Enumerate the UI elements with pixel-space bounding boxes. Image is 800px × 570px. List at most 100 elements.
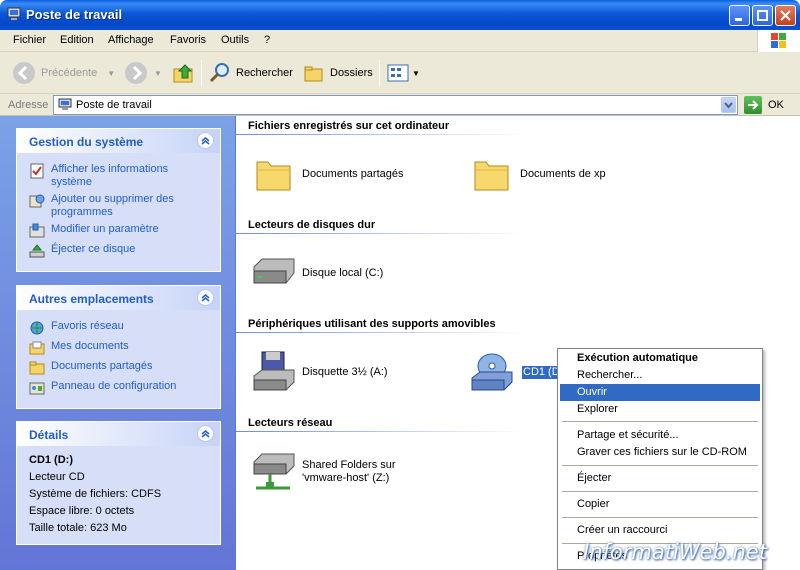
collapse-button[interactable]: [197, 425, 214, 442]
collapse-button[interactable]: [197, 289, 214, 306]
search-label: Rechercher: [236, 67, 293, 79]
folder-item[interactable]: Documents partagés: [254, 154, 404, 194]
go-label[interactable]: OK: [768, 99, 784, 111]
menu-tools[interactable]: Outils: [221, 34, 249, 46]
forward-dropdown-icon[interactable]: ▼: [154, 69, 162, 78]
place-shared-documents[interactable]: Documents partagés: [29, 360, 212, 376]
maximize-icon: [757, 10, 768, 21]
go-button[interactable]: [744, 96, 762, 114]
menu-separator: [562, 421, 758, 422]
group-divider: [236, 233, 526, 234]
task-add-remove-programs[interactable]: Ajouter ou supprimer des programmes: [29, 193, 212, 219]
place-label: Panneau de configuration: [51, 380, 177, 392]
group-header: Fichiers enregistrés sur cet ordinateur: [248, 120, 450, 132]
my-documents-icon: [29, 341, 45, 355]
place-label: Mes documents: [51, 340, 129, 352]
cd-drive-icon: [471, 353, 513, 391]
network-drive-item[interactable]: Shared Folders sur 'vmware-host' (Z:): [250, 450, 396, 494]
address-dropdown-button[interactable]: [721, 97, 736, 113]
menu-item-explore[interactable]: Explorer: [560, 401, 760, 418]
menu-help[interactable]: ?: [264, 34, 270, 46]
system-info-icon: [30, 163, 44, 179]
toolbar-separator: [201, 60, 202, 86]
drive-item[interactable]: Disquette 3½ (A:): [250, 350, 388, 394]
maximize-button[interactable]: [752, 5, 773, 26]
task-label: Modifier un paramètre: [51, 223, 159, 235]
task-eject-disk[interactable]: Éjecter ce disque: [29, 243, 212, 259]
item-label-selected: CD1 (D: [522, 365, 561, 379]
folders-button[interactable]: Dossiers: [302, 58, 373, 88]
back-button[interactable]: Précédente ▼: [12, 58, 115, 88]
toolbar: Précédente ▼ ▼ Rechercher Dossiers ▼: [0, 52, 800, 94]
window-title: Poste de travail: [26, 7, 123, 22]
place-label: Favoris réseau: [51, 320, 124, 332]
computer-icon: [58, 98, 72, 110]
computer-icon: [7, 7, 21, 20]
forward-arrow-icon: [125, 62, 147, 84]
folders-icon: [304, 66, 323, 82]
details-body: CD1 (D:) Lecteur CD Système de fichiers:…: [17, 446, 220, 544]
views-button[interactable]: ▼: [386, 58, 420, 88]
menu-edit[interactable]: Edition: [60, 34, 94, 46]
task-label: Afficher les informations système: [51, 163, 169, 188]
close-icon: [780, 10, 791, 21]
chevron-up-icon: [201, 137, 210, 145]
minimize-button[interactable]: [729, 5, 750, 26]
details-panel: Détails CD1 (D:) Lecteur CD Système de f…: [16, 421, 221, 545]
menu-item-copy[interactable]: Copier: [560, 496, 760, 513]
item-label: Disque local (C:): [302, 266, 384, 279]
network-drive-icon: [253, 453, 295, 490]
task-label: Éjecter ce disque: [51, 243, 136, 255]
address-bar: Adresse Poste de travail OK: [0, 94, 800, 116]
system-tasks-panel: Gestion du système Afficher les informat…: [16, 128, 221, 272]
other-places-panel: Autres emplacements Favoris réseau Mes d…: [16, 285, 221, 409]
menu-view[interactable]: Affichage: [108, 34, 154, 46]
menu-item-autoplay[interactable]: Exécution automatique: [560, 350, 760, 367]
forward-button[interactable]: ▼: [124, 58, 162, 88]
place-my-documents[interactable]: Mes documents: [29, 340, 212, 356]
place-network[interactable]: Favoris réseau: [29, 320, 212, 336]
back-arrow-icon: [13, 62, 35, 84]
menu-file[interactable]: Fichier: [13, 34, 46, 46]
other-places-title: Autres emplacements: [29, 292, 154, 306]
menu-item-create-shortcut[interactable]: Créer un raccourci: [560, 522, 760, 539]
collapse-button[interactable]: [197, 132, 214, 149]
other-places-body: Favoris réseau Mes documents Documents p…: [17, 310, 220, 408]
system-tasks-header[interactable]: Gestion du système: [17, 129, 220, 153]
place-control-panel[interactable]: Panneau de configuration: [29, 380, 212, 396]
details-free-space: Espace libre: 0 octets: [29, 505, 135, 517]
drive-item[interactable]: Disque local (C:): [250, 253, 383, 293]
item-label: Documents partagés: [302, 167, 404, 180]
task-system-info[interactable]: Afficher les informations système: [29, 163, 212, 189]
up-folder-button[interactable]: [172, 58, 196, 88]
menu-item-burn-cd[interactable]: Graver ces fichiers sur le CD-ROM: [560, 444, 760, 461]
other-places-header[interactable]: Autres emplacements: [17, 286, 220, 310]
go-arrow-icon: [748, 100, 759, 110]
menu-item-eject[interactable]: Éjecter: [560, 470, 760, 487]
toolbar-separator: [379, 60, 380, 86]
menu-favorites[interactable]: Favoris: [170, 34, 206, 46]
drive-item[interactable]: CD1 (D: [468, 350, 561, 394]
item-label-line: 'vmware-host' (Z:): [302, 472, 390, 484]
back-dropdown-icon[interactable]: ▼: [107, 69, 115, 78]
folder-item[interactable]: Documents de xp: [472, 154, 606, 194]
menu-item-open[interactable]: Ouvrir: [560, 384, 760, 401]
task-modify-setting[interactable]: Modifier un paramètre: [29, 223, 212, 239]
group-divider: [236, 431, 526, 432]
details-drive-type: Lecteur CD: [29, 471, 85, 483]
details-drive-name: CD1 (D:): [29, 454, 73, 466]
menu-item-sharing-security[interactable]: Partage et sécurité...: [560, 427, 760, 444]
details-header[interactable]: Détails: [17, 422, 220, 446]
eject-disk-icon: [29, 244, 45, 258]
item-label: Disquette 3½ (A:): [302, 365, 388, 378]
search-button[interactable]: Rechercher: [208, 58, 293, 88]
address-input[interactable]: Poste de travail: [53, 95, 738, 115]
menu-item-search[interactable]: Rechercher...: [560, 367, 760, 384]
up-folder-icon: [173, 64, 193, 83]
item-label-line: Shared Folders sur: [302, 459, 396, 471]
task-label: Ajouter ou supprimer des programmes: [51, 193, 174, 218]
title-bar: Poste de travail: [0, 0, 800, 30]
place-label: Documents partagés: [51, 360, 153, 372]
close-button[interactable]: [775, 5, 796, 26]
task-pane: Gestion du système Afficher les informat…: [0, 116, 236, 570]
